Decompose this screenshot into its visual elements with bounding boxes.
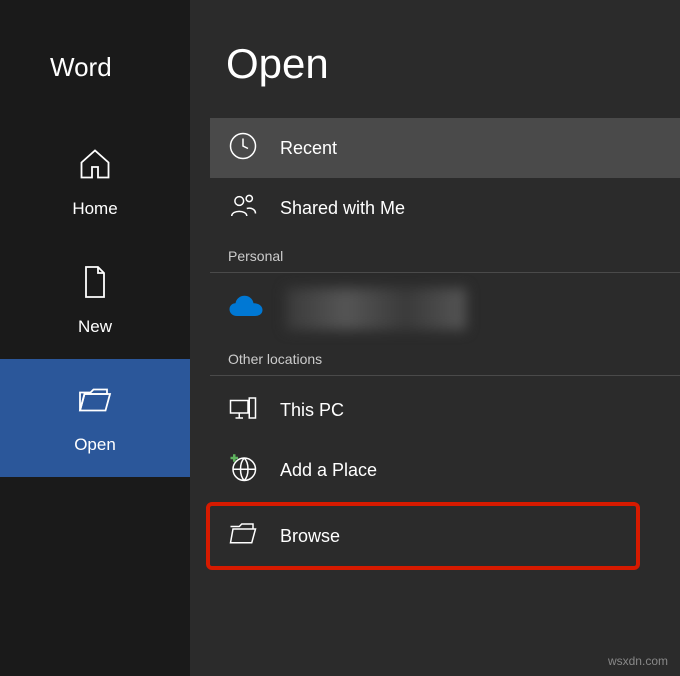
location-browse[interactable]: Browse	[210, 506, 636, 566]
location-browse-label: Browse	[280, 526, 340, 547]
location-onedrive[interactable]	[210, 277, 680, 341]
add-place-icon	[228, 453, 258, 488]
content-pane: Open Recent Shared with Me Personal	[190, 0, 680, 676]
section-personal: Personal	[210, 238, 680, 273]
nav-open[interactable]: Open	[0, 359, 190, 477]
location-this-pc[interactable]: This PC	[210, 380, 680, 440]
app-title: Word	[0, 52, 190, 123]
folder-open-icon	[228, 519, 258, 554]
document-icon	[77, 264, 113, 305]
location-shared[interactable]: Shared with Me	[210, 178, 680, 238]
location-recent-label: Recent	[280, 138, 337, 159]
nav-new[interactable]: New	[0, 241, 190, 359]
nav-open-label: Open	[74, 435, 116, 455]
onedrive-account-label	[286, 288, 466, 330]
sidebar: Word Home New Open	[0, 0, 190, 676]
location-add-place[interactable]: Add a Place	[210, 440, 680, 500]
annotation-highlight: Browse	[206, 502, 640, 570]
folder-open-icon	[77, 382, 113, 423]
home-icon	[77, 146, 113, 187]
clock-icon	[228, 131, 258, 166]
section-other: Other locations	[210, 341, 680, 376]
nav-home-label: Home	[72, 199, 117, 219]
locations-list: Recent Shared with Me Personal Other loc…	[190, 118, 680, 570]
word-backstage-window: Word Home New Open Open	[0, 0, 680, 676]
location-add-place-label: Add a Place	[280, 460, 377, 481]
nav-new-label: New	[78, 317, 112, 337]
page-title: Open	[190, 0, 680, 118]
nav-home[interactable]: Home	[0, 123, 190, 241]
location-shared-label: Shared with Me	[280, 198, 405, 219]
people-icon	[228, 191, 258, 226]
watermark: wsxdn.com	[608, 654, 668, 668]
cloud-icon	[228, 289, 264, 330]
location-this-pc-label: This PC	[280, 400, 344, 421]
location-recent[interactable]: Recent	[210, 118, 680, 178]
pc-icon	[228, 393, 258, 428]
